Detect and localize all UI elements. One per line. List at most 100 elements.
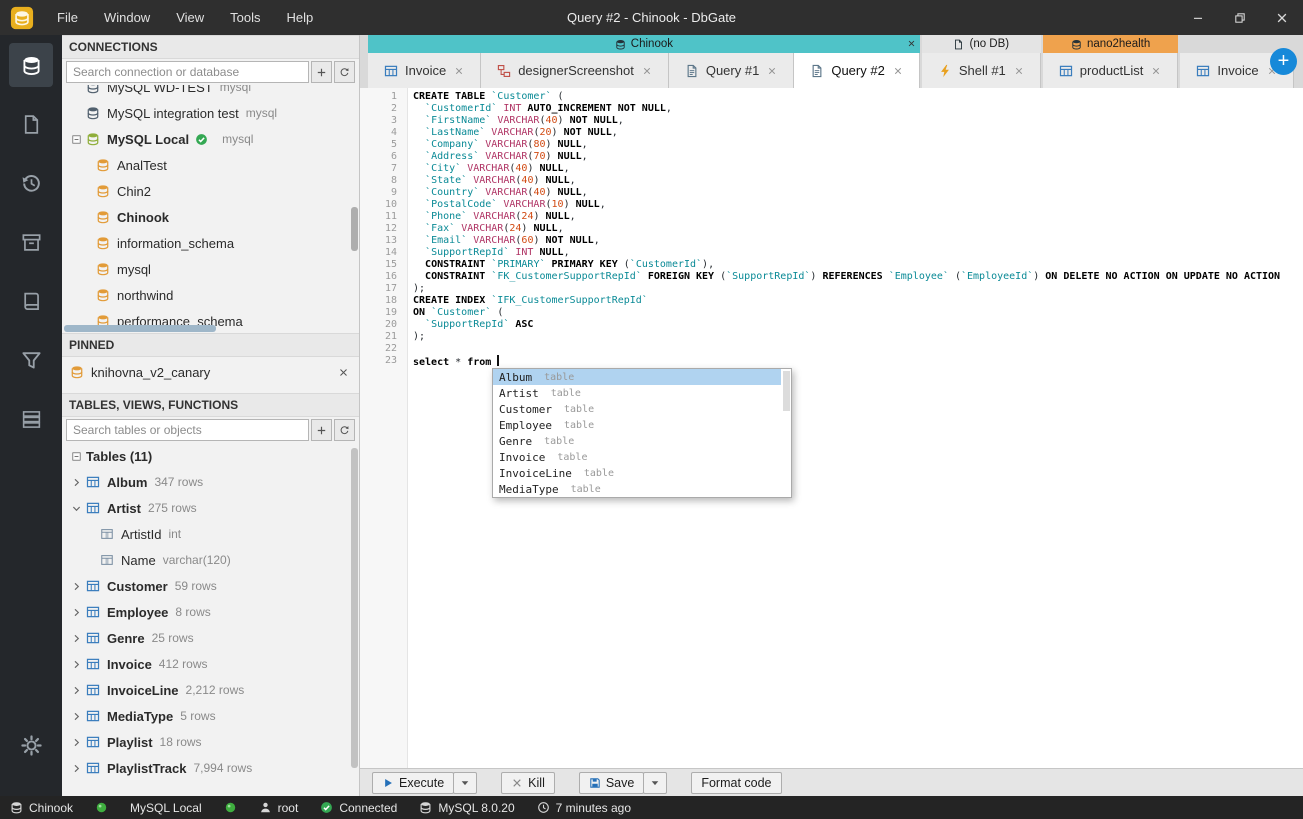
nav-files[interactable] (9, 102, 53, 146)
chevron-right-icon[interactable] (68, 630, 84, 646)
close-icon (1275, 11, 1289, 25)
close-tab-icon[interactable] (1151, 66, 1161, 76)
chevron-right-icon[interactable] (68, 734, 84, 750)
connections-vertical-scrollbar[interactable] (350, 85, 359, 333)
table-customer[interactable]: Customer 59 rows (62, 573, 359, 599)
menu-window[interactable]: Window (91, 0, 163, 35)
table-genre[interactable]: Genre 25 rows (62, 625, 359, 651)
format-code-button[interactable]: Format code (691, 771, 782, 794)
connection-analtest[interactable]: AnalTest (62, 152, 359, 178)
connection-chin2[interactable]: Chin2 (62, 178, 359, 204)
connection-northwind[interactable]: northwind (62, 282, 359, 308)
scrollbar-thumb[interactable] (783, 371, 790, 411)
chevron-right-icon[interactable] (68, 474, 84, 490)
restore-button[interactable] (1219, 0, 1261, 35)
tab-productlist[interactable]: productList (1042, 53, 1179, 88)
column-artistid[interactable]: ArtistId int (62, 521, 359, 547)
refresh-connections-button[interactable] (334, 61, 355, 83)
nav-settings[interactable] (9, 723, 53, 767)
connection-chinook[interactable]: Chinook (62, 204, 359, 230)
add-object-button[interactable] (311, 419, 332, 441)
chevron-right-icon[interactable] (68, 708, 84, 724)
table-album[interactable]: Album 347 rows (62, 469, 359, 495)
unpin-icon[interactable] (338, 367, 349, 378)
add-connection-button[interactable] (311, 61, 332, 83)
execute-dropdown-button[interactable] (453, 771, 478, 794)
execute-button[interactable]: Execute (372, 771, 455, 794)
menu-help[interactable]: Help (274, 0, 327, 35)
collapse-expander-icon[interactable] (68, 131, 84, 147)
suggestion-invoice[interactable]: Invoice table (493, 449, 781, 465)
table-invoice[interactable]: Invoice 412 rows (62, 651, 359, 677)
tab-shell-1[interactable]: Shell #1 (921, 53, 1041, 88)
suggestion-mediatype[interactable]: MediaType table (493, 481, 781, 497)
sql-editor[interactable]: 1 2 3 4 5 6 7 8 9 10 11 12 13 14 15 16 17 18 19 20 21 22 23 CR… (360, 88, 1303, 768)
table-artist[interactable]: Artist 275 rows (62, 495, 359, 521)
minimize-button[interactable] (1177, 0, 1219, 35)
column-name[interactable]: Name varchar(120) (62, 547, 359, 573)
suggestion-artist[interactable]: Artist table (493, 385, 781, 401)
connection-mysql[interactable]: mysql (62, 256, 359, 282)
nav-docs[interactable] (9, 279, 53, 323)
nav-cells[interactable] (9, 397, 53, 441)
nav-filters[interactable] (9, 338, 53, 382)
autocomplete-scrollbar[interactable] (781, 369, 791, 497)
tab-designerscreenshot[interactable]: designerScreenshot (481, 53, 669, 88)
close-button[interactable] (1261, 0, 1303, 35)
nav-connections[interactable] (9, 43, 53, 87)
tables-vertical-scrollbar[interactable] (350, 443, 359, 796)
table-employee[interactable]: Employee 8 rows (62, 599, 359, 625)
tab-query-1[interactable]: Query #1 (668, 53, 795, 88)
nav-history[interactable] (9, 161, 53, 205)
close-group-icon[interactable] (907, 39, 916, 48)
menu-tools[interactable]: Tools (217, 0, 273, 35)
nav-archive[interactable] (9, 220, 53, 264)
close-tab-icon[interactable] (1014, 66, 1024, 76)
table-playlisttrack[interactable]: PlaylistTrack 7,994 rows (62, 755, 359, 781)
kill-button[interactable]: Kill (501, 771, 555, 794)
close-tab-icon[interactable] (454, 66, 464, 76)
tab-invoice[interactable]: Invoice (368, 53, 482, 88)
menu-file[interactable]: File (44, 0, 91, 35)
save-button[interactable]: Save (578, 771, 645, 794)
close-tab-icon[interactable] (893, 66, 903, 76)
connection-information-schema[interactable]: information_schema (62, 230, 359, 256)
connection-mysql-local[interactable]: MySQL Local mysql (62, 126, 359, 152)
chevron-right-icon[interactable] (68, 682, 84, 698)
connection-mysql-integration-test[interactable]: MySQL integration test mysql (62, 100, 359, 126)
chevron-right-icon[interactable] (68, 760, 84, 776)
save-dropdown-button[interactable] (643, 771, 668, 794)
scrollbar-thumb[interactable] (351, 207, 358, 251)
close-tab-icon[interactable] (767, 66, 777, 76)
suggestion-employee[interactable]: Employee table (493, 417, 781, 433)
tab-group-header[interactable]: Chinook (368, 35, 920, 53)
chevron-right-icon[interactable] (68, 578, 84, 594)
connections-horizontal-scrollbar[interactable] (62, 324, 349, 333)
tab-query-2[interactable]: Query #2 (794, 53, 920, 88)
chevron-right-icon[interactable] (68, 656, 84, 672)
chevron-down-icon[interactable] (68, 500, 84, 516)
close-tab-icon[interactable] (642, 66, 652, 76)
table-invoiceline[interactable]: InvoiceLine 2,212 rows (62, 677, 359, 703)
chevron-right-icon[interactable] (68, 604, 84, 620)
tables-search-input[interactable] (66, 419, 309, 441)
table-playlist[interactable]: Playlist 18 rows (62, 729, 359, 755)
collapse-expander-icon[interactable] (68, 448, 84, 464)
tab-group-header[interactable]: nano2health (1042, 35, 1179, 53)
suggestion-album[interactable]: Album table (493, 369, 781, 385)
menu-view[interactable]: View (163, 0, 217, 35)
refresh-tables-button[interactable] (334, 419, 355, 441)
scrollbar-thumb[interactable] (351, 448, 358, 768)
connection-mysql-wd-test[interactable]: MySQL WD-TEST mysql (62, 85, 359, 100)
suggestion-invoiceline[interactable]: InvoiceLine table (493, 465, 781, 481)
scrollbar-thumb[interactable] (64, 325, 216, 332)
pinned-knihovna-v2-canary[interactable]: knihovna_v2_canary (62, 357, 359, 387)
connections-search-input[interactable] (66, 61, 309, 83)
table-mediatype[interactable]: MediaType 5 rows (62, 703, 359, 729)
suggestion-customer[interactable]: Customer table (493, 401, 781, 417)
suggestion-genre[interactable]: Genre table (493, 433, 781, 449)
tables-group-row[interactable]: Tables (11) (62, 443, 359, 469)
tab-group-header[interactable]: (no DB) (921, 35, 1041, 53)
new-tab-button[interactable]: + (1270, 48, 1297, 75)
play-icon (382, 777, 394, 789)
